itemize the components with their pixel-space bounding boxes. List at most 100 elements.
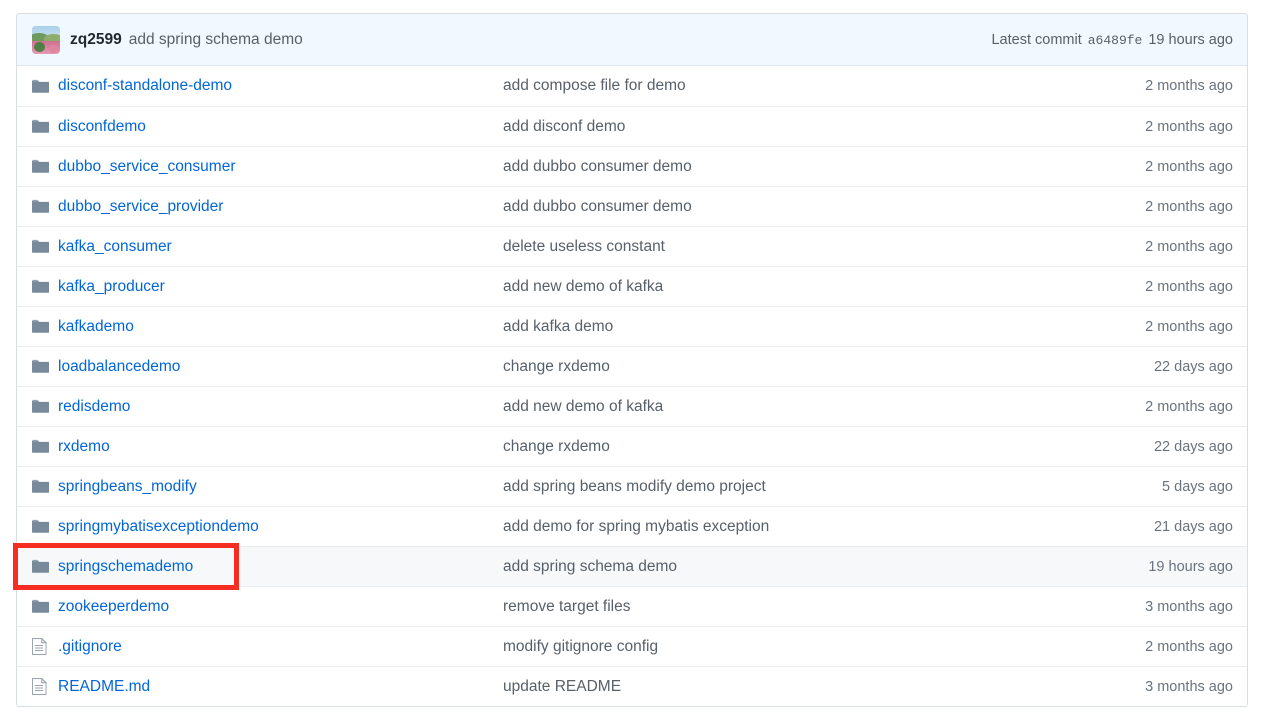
file-link[interactable]: kafkademo xyxy=(58,318,134,335)
file-link[interactable]: README.md xyxy=(58,678,150,695)
row-commit-message[interactable]: add kafka demo xyxy=(503,318,1058,336)
table-row[interactable]: rxdemo change rxdemo22 days ago xyxy=(17,426,1247,466)
row-name-cell: .gitignore xyxy=(58,638,503,656)
file-link[interactable]: redisdemo xyxy=(58,398,130,415)
folder-icon xyxy=(32,359,58,374)
folder-icon xyxy=(32,239,58,254)
latest-commit-label: Latest commit xyxy=(991,32,1081,48)
row-commit-date: 3 months ago xyxy=(1058,599,1233,615)
file-icon xyxy=(32,638,58,655)
file-link[interactable]: kafka_consumer xyxy=(58,238,172,255)
file-link[interactable]: disconf-standalone-demo xyxy=(58,77,232,94)
row-name-cell: kafka_consumer xyxy=(58,238,503,256)
row-commit-message[interactable]: add disconf demo xyxy=(503,118,1058,136)
folder-icon xyxy=(32,479,58,494)
row-commit-message[interactable]: change rxdemo xyxy=(503,358,1058,376)
folder-icon xyxy=(32,319,58,334)
folder-icon xyxy=(32,279,58,294)
file-link[interactable]: kafka_producer xyxy=(58,278,165,295)
file-link[interactable]: dubbo_service_provider xyxy=(58,198,223,215)
folder-icon xyxy=(32,199,58,214)
row-commit-date: 5 days ago xyxy=(1058,479,1233,495)
row-name-cell: rxdemo xyxy=(58,438,503,456)
file-link[interactable]: disconfdemo xyxy=(58,118,146,135)
row-commit-message[interactable]: change rxdemo xyxy=(503,438,1058,456)
row-commit-date: 22 days ago xyxy=(1058,359,1233,375)
row-name-cell: kafka_producer xyxy=(58,278,503,296)
table-row[interactable]: disconf-standalone-demo add compose file … xyxy=(17,66,1247,106)
row-commit-message[interactable]: remove target files xyxy=(503,598,1058,616)
folder-icon xyxy=(32,159,58,174)
file-link[interactable]: springschemademo xyxy=(58,558,193,575)
row-name-cell: springmybatisexceptiondemo xyxy=(58,518,503,536)
table-row[interactable]: dubbo_service_consumer add dubbo consumer… xyxy=(17,146,1247,186)
commit-time: 19 hours ago xyxy=(1148,32,1233,48)
file-link[interactable]: springbeans_modify xyxy=(58,478,197,495)
row-commit-message[interactable]: delete useless constant xyxy=(503,238,1058,256)
row-commit-date: 2 months ago xyxy=(1058,159,1233,175)
row-name-cell: redisdemo xyxy=(58,398,503,416)
latest-commit-header: zq2599 add spring schema demo Latest com… xyxy=(17,14,1247,66)
row-name-cell: dubbo_service_consumer xyxy=(58,158,503,176)
folder-icon xyxy=(32,119,58,134)
file-icon xyxy=(32,678,58,695)
table-row[interactable]: zookeeperdemo remove target files3 months… xyxy=(17,586,1247,626)
table-row[interactable]: redisdemo add new demo of kafka2 months a… xyxy=(17,386,1247,426)
file-link[interactable]: loadbalancedemo xyxy=(58,358,180,375)
row-commit-date: 21 days ago xyxy=(1058,519,1233,535)
folder-icon xyxy=(32,439,58,454)
row-name-cell: README.md xyxy=(58,678,503,696)
commit-message[interactable]: add spring schema demo xyxy=(129,31,303,49)
table-row[interactable]: springbeans_modify add spring beans modif… xyxy=(17,466,1247,506)
commit-sha[interactable]: a6489fe xyxy=(1088,33,1143,48)
commit-author[interactable]: zq2599 xyxy=(70,31,122,49)
row-commit-message[interactable]: modify gitignore config xyxy=(503,638,1058,656)
page-root: zq2599 add spring schema demo Latest com… xyxy=(0,0,1280,710)
table-row[interactable]: disconfdemo add disconf demo2 months ago xyxy=(17,106,1247,146)
row-commit-message[interactable]: add spring schema demo xyxy=(503,558,1058,576)
table-row[interactable]: README.md update README3 months ago xyxy=(17,666,1247,706)
row-commit-message[interactable]: add dubbo consumer demo xyxy=(503,198,1058,216)
row-commit-message[interactable]: add new demo of kafka xyxy=(503,278,1058,296)
row-name-cell: disconf-standalone-demo xyxy=(58,77,503,95)
row-commit-date: 2 months ago xyxy=(1058,239,1233,255)
row-commit-date: 3 months ago xyxy=(1058,679,1233,695)
row-commit-message[interactable]: add demo for spring mybatis exception xyxy=(503,518,1058,536)
file-link[interactable]: rxdemo xyxy=(58,438,110,455)
file-link[interactable]: springmybatisexceptiondemo xyxy=(58,518,259,535)
row-commit-message[interactable]: add dubbo consumer demo xyxy=(503,158,1058,176)
table-row[interactable]: dubbo_service_provider add dubbo consumer… xyxy=(17,186,1247,226)
folder-icon xyxy=(32,559,58,574)
table-row[interactable]: kafkademo add kafka demo2 months ago xyxy=(17,306,1247,346)
file-rows: disconf-standalone-demo add compose file … xyxy=(17,66,1247,706)
row-commit-message[interactable]: add compose file for demo xyxy=(503,77,1058,95)
row-name-cell: loadbalancedemo xyxy=(58,358,503,376)
table-row[interactable]: springmybatisexceptiondemo add demo for s… xyxy=(17,506,1247,546)
row-name-cell: springschemademo xyxy=(58,558,503,576)
table-row[interactable]: springschemademoadd spring schema demo19… xyxy=(17,546,1247,586)
table-row[interactable]: loadbalancedemo change rxdemo22 days ago xyxy=(17,346,1247,386)
row-name-cell: disconfdemo xyxy=(58,118,503,136)
folder-icon xyxy=(32,399,58,414)
row-commit-date: 2 months ago xyxy=(1058,119,1233,135)
file-link[interactable]: zookeeperdemo xyxy=(58,598,169,615)
table-row[interactable]: kafka_consumer delete useless constant2 m… xyxy=(17,226,1247,266)
file-link[interactable]: .gitignore xyxy=(58,638,122,655)
row-commit-date: 2 months ago xyxy=(1058,78,1233,94)
row-commit-date: 2 months ago xyxy=(1058,199,1233,215)
row-name-cell: springbeans_modify xyxy=(58,478,503,496)
avatar[interactable] xyxy=(32,26,60,54)
latest-commit-info: Latest commit a6489fe 19 hours ago xyxy=(991,32,1233,48)
row-commit-date: 2 months ago xyxy=(1058,319,1233,335)
row-commit-message[interactable]: add new demo of kafka xyxy=(503,398,1058,416)
row-name-cell: kafkademo xyxy=(58,318,503,336)
row-commit-date: 2 months ago xyxy=(1058,399,1233,415)
folder-icon xyxy=(32,519,58,534)
file-link[interactable]: dubbo_service_consumer xyxy=(58,158,236,175)
row-commit-date: 22 days ago xyxy=(1058,439,1233,455)
row-commit-date: 2 months ago xyxy=(1058,279,1233,295)
row-commit-message[interactable]: update README xyxy=(503,678,1058,696)
table-row[interactable]: kafka_producer add new demo of kafka2 mon… xyxy=(17,266,1247,306)
table-row[interactable]: .gitignoremodify gitignore config2 month… xyxy=(17,626,1247,666)
row-commit-message[interactable]: add spring beans modify demo project xyxy=(503,478,1058,496)
